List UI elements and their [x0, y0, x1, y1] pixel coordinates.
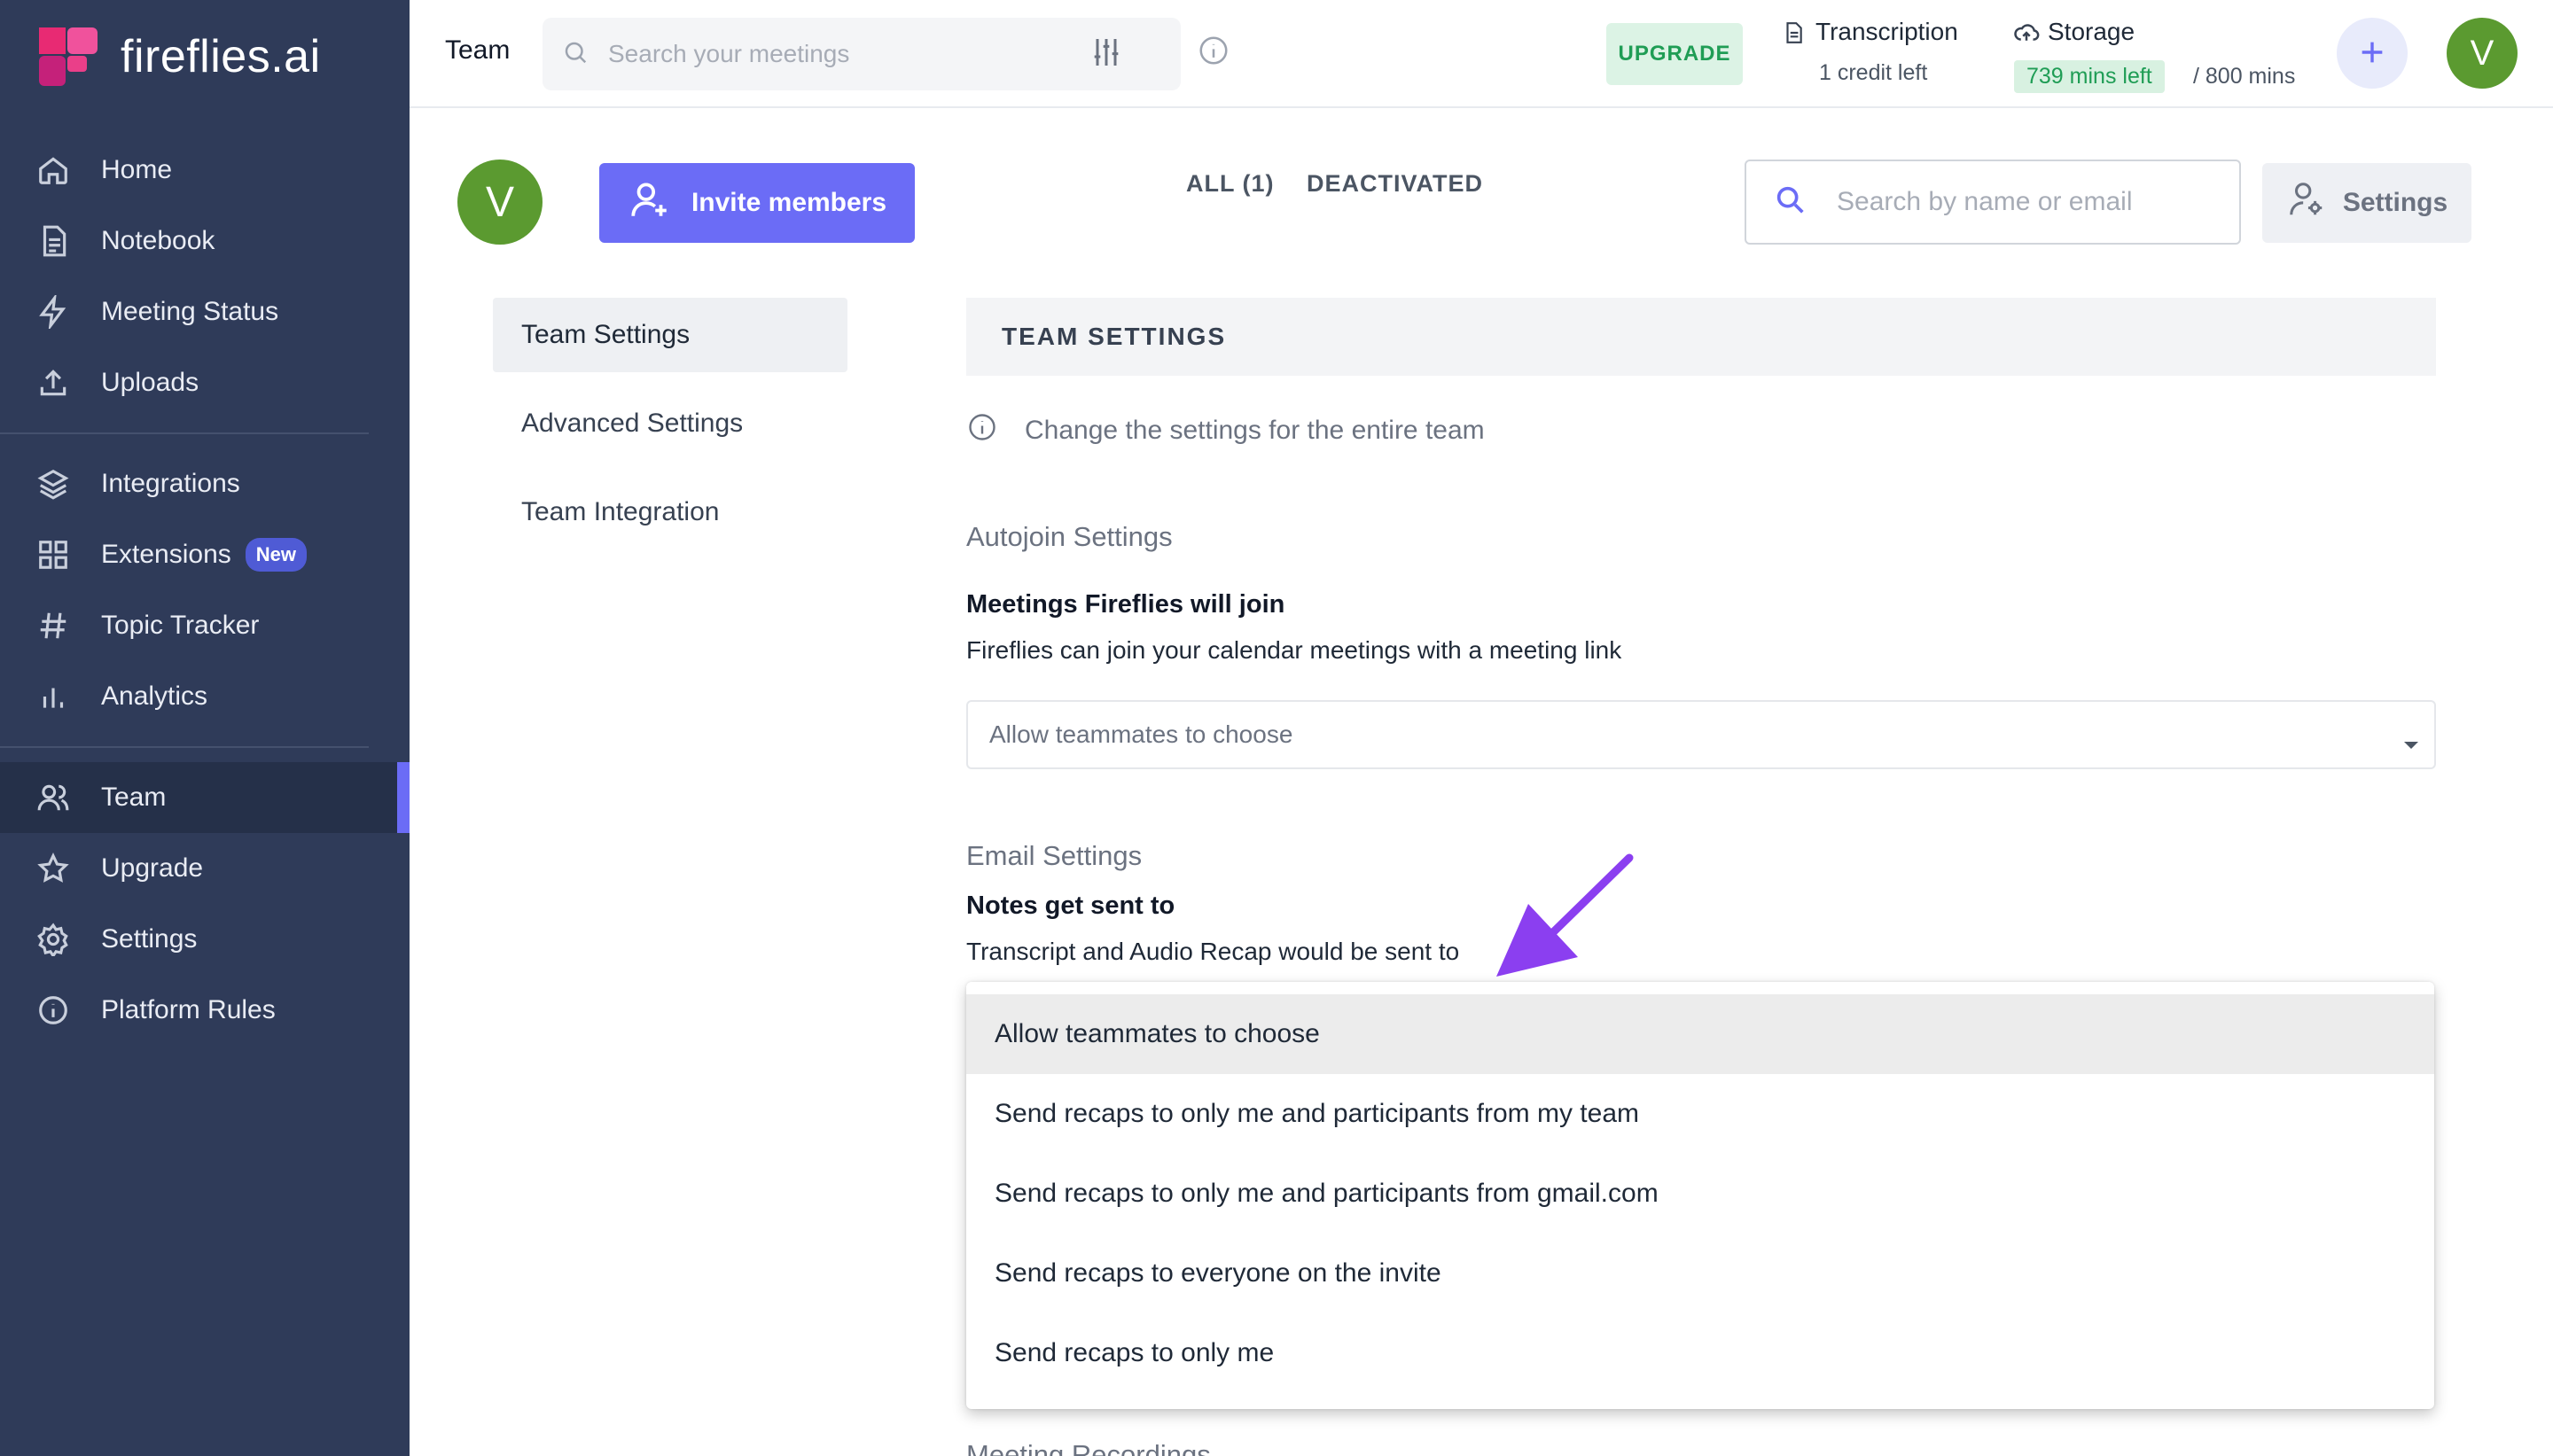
- fireflies-logo-icon: [35, 24, 101, 90]
- sidebar-item-label: Team: [101, 783, 167, 812]
- brand-name: fireflies.ai: [121, 31, 321, 82]
- meetings-search[interactable]: [543, 18, 1181, 90]
- home-icon: [35, 152, 71, 188]
- autojoin-field-title: Meetings Fireflies will join: [966, 590, 1285, 619]
- chevron-down-icon: [2402, 728, 2420, 757]
- brand[interactable]: fireflies.ai: [35, 23, 321, 90]
- sidebar-item-meeting-status[interactable]: Meeting Status: [0, 276, 410, 347]
- meeting-recordings-section-title: Meeting Recordings: [966, 1439, 1211, 1456]
- meetings-search-input[interactable]: [608, 40, 1069, 68]
- info-icon: [35, 993, 71, 1028]
- storage-mins-left: 739 mins left: [2014, 60, 2165, 93]
- user-settings-icon: [2286, 179, 2327, 227]
- notes-recipients-dropdown[interactable]: Allow teammates to choose Send recaps to…: [966, 982, 2434, 1409]
- sidebar-item-topic-tracker[interactable]: Topic Tracker: [0, 590, 410, 661]
- sidebar-item-label: Extensions: [101, 540, 231, 569]
- autojoin-section-title: Autojoin Settings: [966, 521, 1173, 552]
- app-root: fireflies.ai Home Notebook Meeting Statu…: [0, 0, 2553, 1456]
- user-avatar[interactable]: V: [2447, 18, 2518, 89]
- sidebar-item-extensions[interactable]: Extensions New: [0, 519, 410, 590]
- bolt-icon: [35, 294, 71, 330]
- sidebar-item-label: Integrations: [101, 469, 240, 498]
- panel-description: Change the settings for the entire team: [966, 411, 1485, 450]
- autojoin-select-value: Allow teammates to choose: [989, 720, 1293, 748]
- sidebar-item-notebook[interactable]: Notebook: [0, 206, 410, 276]
- sidebar-item-label: Notebook: [101, 226, 215, 255]
- sidebar-item-uploads[interactable]: Uploads: [0, 347, 410, 418]
- grid-icon: [35, 537, 71, 572]
- hashtag-icon: [35, 608, 71, 643]
- sidebar-item-settings[interactable]: Settings: [0, 904, 410, 975]
- plus-icon: [2357, 37, 2387, 70]
- layers-icon: [35, 466, 71, 502]
- notebook-icon: [35, 223, 71, 259]
- search-icon: [1773, 183, 1808, 222]
- dropdown-option[interactable]: Send recaps to only me: [966, 1313, 2434, 1393]
- sidebar-item-label: Upgrade: [101, 853, 204, 883]
- sidebar-item-label: Settings: [101, 924, 198, 954]
- transcription-title: Transcription: [1815, 18, 1958, 45]
- invite-members-button[interactable]: Invite members: [599, 163, 915, 243]
- star-icon: [35, 851, 71, 886]
- add-user-icon: [628, 177, 672, 229]
- sidebar-item-label: Analytics: [101, 681, 208, 711]
- page-title: Team: [445, 35, 511, 65]
- gear-icon: [35, 922, 71, 957]
- settings-menu-team-integration[interactable]: Team Integration: [493, 475, 847, 549]
- search-icon: [562, 39, 589, 70]
- sidebar-item-label: Meeting Status: [101, 297, 279, 326]
- sidebar-item-team[interactable]: Team: [0, 762, 410, 833]
- dropdown-option[interactable]: Send recaps to only me and participants …: [966, 1074, 2434, 1154]
- dropdown-option[interactable]: Send recaps to everyone on the invite: [966, 1234, 2434, 1313]
- email-field-title: Notes get sent to: [966, 892, 1175, 920]
- invite-members-label: Invite members: [691, 188, 887, 217]
- sidebar-item-home[interactable]: Home: [0, 135, 410, 206]
- team-avatar: V: [457, 160, 543, 245]
- tab-deactivated[interactable]: DEACTIVATED: [1307, 170, 1483, 198]
- sidebar-item-analytics[interactable]: Analytics: [0, 661, 410, 732]
- info-icon[interactable]: [1197, 34, 1230, 72]
- settings-menu-team-settings[interactable]: Team Settings: [493, 298, 847, 372]
- dropdown-option[interactable]: Allow teammates to choose: [966, 994, 2434, 1074]
- sidebar-divider: [0, 432, 369, 434]
- pointer-arrow-icon: [1496, 853, 1634, 977]
- upgrade-button[interactable]: UPGRADE: [1606, 23, 1743, 85]
- panel-description-text: Change the settings for the entire team: [1025, 416, 1485, 445]
- email-section-title: Email Settings: [966, 840, 1143, 871]
- upload-icon: [35, 365, 71, 401]
- autojoin-select[interactable]: Allow teammates to choose: [966, 700, 2436, 769]
- document-icon: [1782, 19, 1805, 51]
- top-header: Team UPGRADE Transcription 1 credit left…: [410, 0, 2553, 108]
- storage-total: / 800 mins: [2193, 64, 2296, 89]
- team-settings-button[interactable]: Settings: [2262, 163, 2471, 243]
- settings-label: Settings: [2342, 188, 2448, 217]
- sidebar-item-platform-rules[interactable]: Platform Rules: [0, 975, 410, 1046]
- bar-chart-icon: [35, 679, 71, 714]
- sidebar-divider: [0, 746, 369, 748]
- member-search[interactable]: [1745, 160, 2241, 245]
- autojoin-field-desc: Fireflies can join your calendar meeting…: [966, 636, 1622, 664]
- sidebar: fireflies.ai Home Notebook Meeting Statu…: [0, 0, 410, 1456]
- sidebar-item-label: Platform Rules: [101, 995, 276, 1024]
- new-badge: New: [245, 538, 307, 572]
- team-icon: [35, 780, 71, 815]
- panel-heading: TEAM SETTINGS: [966, 298, 2436, 376]
- sidebar-item-integrations[interactable]: Integrations: [0, 448, 410, 519]
- sidebar-item-upgrade[interactable]: Upgrade: [0, 833, 410, 904]
- settings-menu-advanced-settings[interactable]: Advanced Settings: [493, 386, 847, 461]
- sidebar-item-label: Topic Tracker: [101, 611, 260, 640]
- dropdown-option[interactable]: Send recaps to only me and participants …: [966, 1154, 2434, 1234]
- storage-title: Storage: [2048, 18, 2135, 45]
- member-search-input[interactable]: [1837, 187, 2227, 217]
- add-button[interactable]: [2337, 18, 2408, 89]
- info-icon: [966, 411, 998, 450]
- cloud-upload-icon: [2012, 19, 2041, 51]
- transcription-credits: 1 credit left: [1819, 60, 1928, 85]
- filter-sliders-icon[interactable]: [1089, 35, 1124, 74]
- email-field-desc: Transcript and Audio Recap would be sent…: [966, 938, 1460, 965]
- sidebar-item-label: Uploads: [101, 368, 199, 397]
- tab-all[interactable]: ALL (1): [1186, 170, 1275, 198]
- sidebar-item-label: Home: [101, 155, 173, 184]
